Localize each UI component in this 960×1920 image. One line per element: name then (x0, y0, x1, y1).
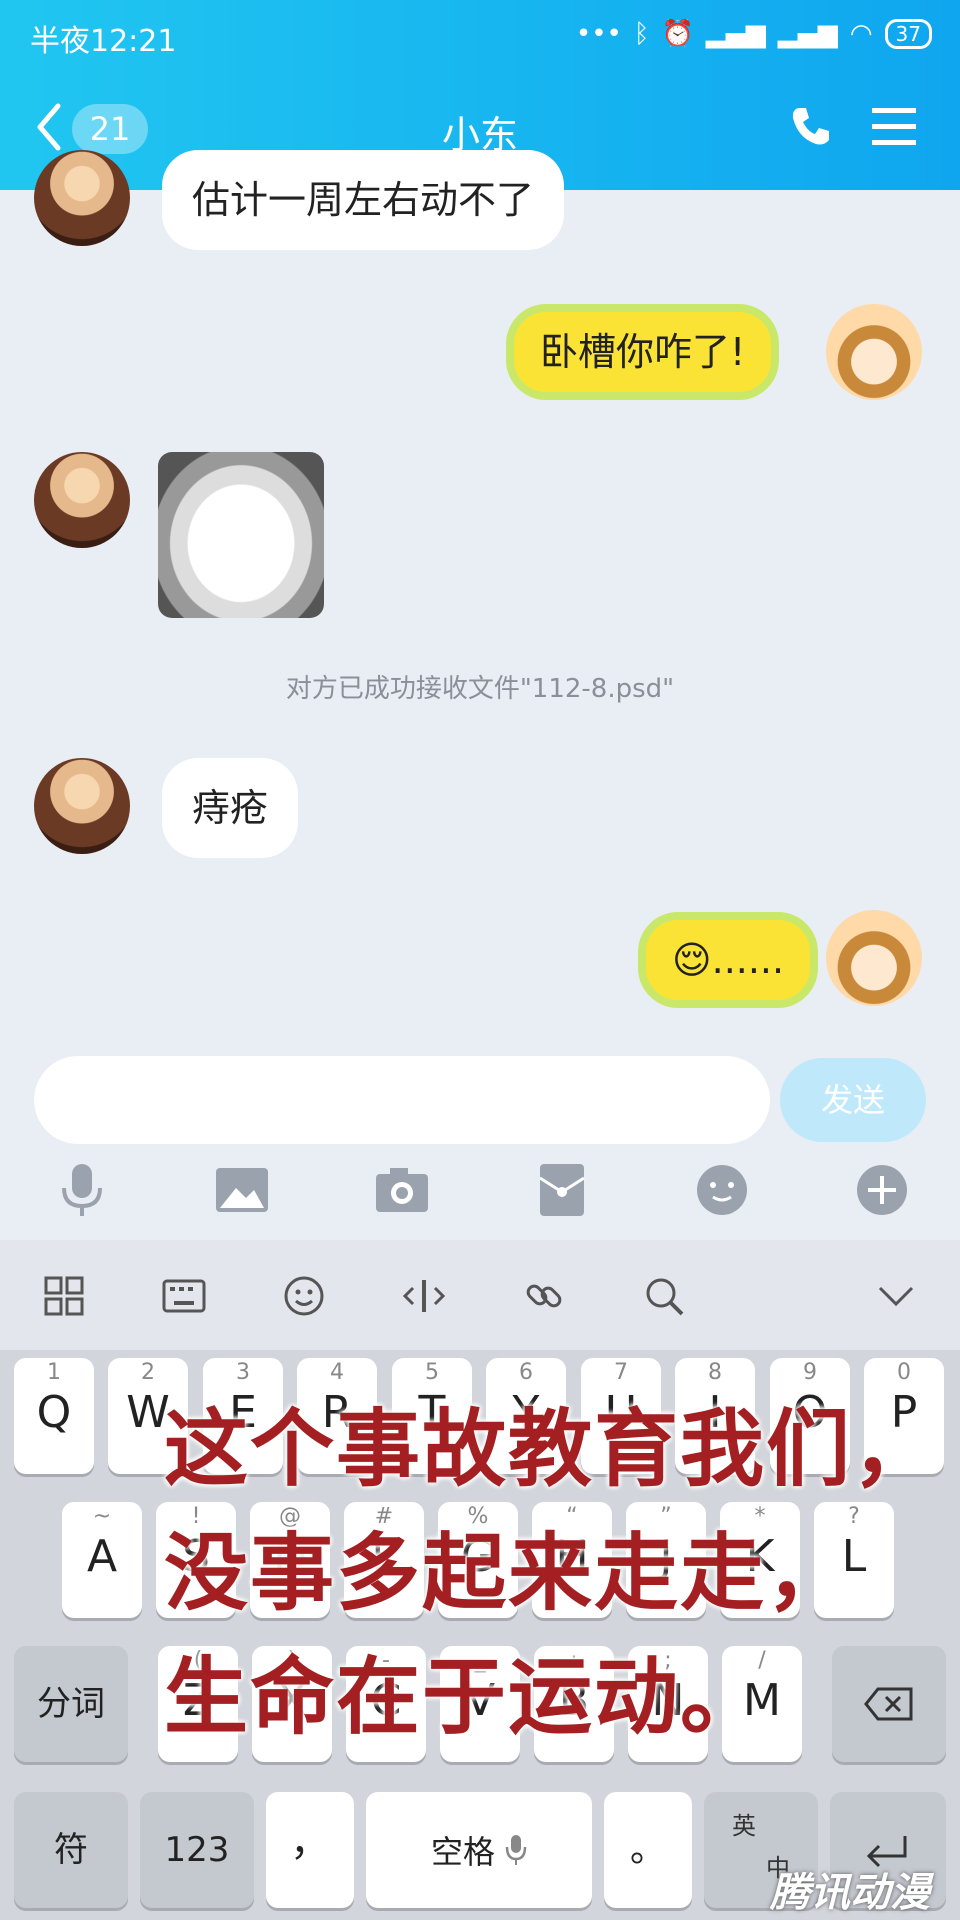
keyboard-layout-icon[interactable] (156, 1268, 212, 1324)
comma-key[interactable]: ， (266, 1792, 354, 1908)
image-icon[interactable] (212, 1160, 272, 1220)
phone-icon[interactable] (788, 104, 832, 148)
self-avatar[interactable] (826, 910, 922, 1006)
message-bubble[interactable]: 估计一周左右动不了 (162, 150, 565, 250)
plus-icon[interactable] (852, 1160, 912, 1220)
emoji-keyboard-icon[interactable] (276, 1268, 332, 1324)
bluetooth-icon: ᛒ (633, 19, 650, 49)
red-packet-icon[interactable] (532, 1160, 592, 1220)
symbol-key[interactable]: 符 (14, 1792, 128, 1908)
period-key[interactable]: 。 (604, 1792, 692, 1908)
contact-avatar[interactable] (34, 452, 130, 548)
caption-line-2: 没事多起来走走， (164, 1524, 853, 1622)
search-icon[interactable] (636, 1268, 692, 1324)
wifi-icon: ◠ (849, 19, 873, 49)
cursor-move-icon[interactable] (396, 1268, 452, 1324)
menu-icon[interactable] (872, 106, 916, 146)
key-a[interactable]: ~ A (62, 1502, 142, 1618)
link-icon[interactable] (516, 1268, 572, 1324)
chevron-down-icon[interactable] (868, 1268, 924, 1324)
key-q[interactable]: 1Q (14, 1358, 94, 1474)
emoji-icon[interactable] (692, 1160, 752, 1220)
message-bubble-self[interactable]: 😌...... (638, 912, 819, 1008)
contact-avatar[interactable] (34, 758, 130, 854)
message-bubble[interactable]: 痔疮 (162, 758, 299, 858)
status-time: 半夜12:21 (30, 24, 177, 59)
caption-line-1: 这个事故教育我们， (164, 1400, 939, 1498)
alarm-icon: ⏰ (661, 19, 694, 49)
system-note: 对方已成功接收文件"112-8.psd" (285, 674, 675, 704)
contact-avatar[interactable] (34, 150, 130, 246)
microphone-icon[interactable] (52, 1160, 112, 1220)
space-key[interactable]: 空格 (366, 1792, 592, 1908)
battery-indicator: 37 (884, 19, 932, 49)
backspace-icon (864, 1687, 913, 1721)
status-icons: ••• ᛒ ⏰ ▂▄▆ ▂▄▆ ◠ 37 (576, 16, 932, 52)
more-icon: ••• (575, 19, 622, 49)
segment-key[interactable]: 分词 (14, 1646, 128, 1762)
message-input[interactable] (34, 1056, 770, 1144)
signal-icon: ▂▄▆ (705, 19, 766, 49)
caption-line-3: 生命在于运动。 (164, 1648, 767, 1746)
camera-icon[interactable] (372, 1160, 432, 1220)
self-avatar[interactable] (826, 304, 922, 400)
keyboard-toolbar (0, 1240, 960, 1350)
message-bubble-self[interactable]: 卧槽你咋了! (506, 304, 780, 400)
sticker-image[interactable] (158, 452, 324, 618)
apps-grid-icon[interactable] (36, 1268, 92, 1324)
watermark: 腾讯动漫 (770, 1870, 930, 1916)
space-label: 空格 (430, 1833, 495, 1871)
lang-en-label: 英 (732, 1812, 756, 1840)
backspace-key[interactable] (832, 1646, 946, 1762)
signal-icon-2: ▂▄▆ (777, 19, 838, 49)
number-key[interactable]: 123 (140, 1792, 254, 1908)
microphone-icon (505, 1835, 527, 1865)
send-button[interactable]: 发送 (780, 1058, 926, 1142)
